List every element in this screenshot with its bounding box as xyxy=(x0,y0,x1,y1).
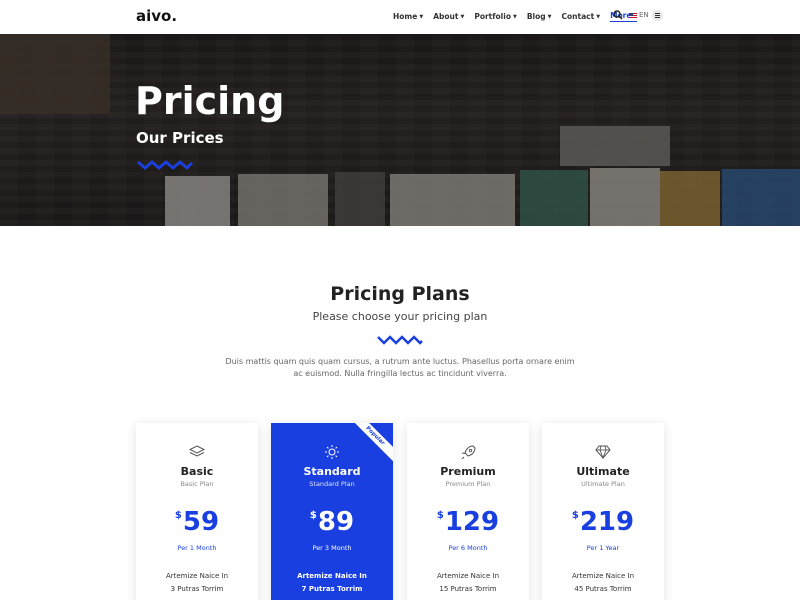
plan-subtitle: Ultimate Plan xyxy=(581,480,625,488)
pricing-card-premium[interactable]: Premium Premium Plan $ 129 Per 6 Month A… xyxy=(407,423,529,600)
plan-period: Per 1 Year xyxy=(586,544,620,552)
plan-period: Per 6 Month xyxy=(448,544,488,552)
price-amount: 59 xyxy=(182,507,220,537)
plan-feature: 45 Putras Torrim xyxy=(574,585,632,593)
main-nav: Home ▼ About ▼ Portfolio ▼ Blog ▼ Contact ▼ M… xyxy=(393,11,647,22)
currency-symbol: $ xyxy=(571,510,579,521)
hamburger-menu-icon[interactable] xyxy=(652,10,663,21)
search-icon[interactable] xyxy=(613,10,623,20)
chevron-down-icon: ▼ xyxy=(419,13,424,20)
nav-label: Portfolio xyxy=(474,12,511,21)
section-subtitle: Please choose your pricing plan xyxy=(312,310,488,323)
pricing-card-standard[interactable]: Popular Standard Standard Plan $ 89 Per … xyxy=(271,423,393,600)
chevron-down-icon: ▼ xyxy=(596,13,601,20)
hero-banner: Pricing Our Prices xyxy=(0,34,800,226)
nav-label: About xyxy=(433,12,459,21)
plan-name: Basic xyxy=(180,465,214,478)
nav-item-home[interactable]: Home ▼ xyxy=(393,11,423,22)
site-header: aivo. Home ▼ About ▼ Portfolio ▼ Blog ▼ Cont… xyxy=(0,0,800,34)
currency-symbol: $ xyxy=(436,510,444,521)
layers-icon xyxy=(188,445,206,457)
zigzag-divider-icon xyxy=(377,335,423,345)
plan-name: Ultimate xyxy=(576,465,630,478)
plan-feature: 15 Putras Torrim xyxy=(439,585,497,593)
sun-icon xyxy=(325,445,339,459)
nav-item-about[interactable]: About ▼ xyxy=(433,11,464,22)
hero-overlay xyxy=(0,34,800,226)
section-title: Pricing Plans xyxy=(330,283,470,305)
plan-name: Standard xyxy=(303,465,361,478)
rocket-icon xyxy=(461,445,476,460)
section-description: Duis mattis quam quis quam cursus, a rut… xyxy=(225,357,575,378)
plan-price: $ 89 xyxy=(271,507,393,537)
plan-feature: Artemize Naice In xyxy=(165,572,229,580)
plan-price: $ 129 xyxy=(407,507,529,537)
price-amount: 219 xyxy=(579,507,635,537)
plan-period: Per 3 Month xyxy=(312,544,352,552)
nav-item-blog[interactable]: Blog ▼ xyxy=(527,11,552,22)
zigzag-divider-icon xyxy=(137,160,193,170)
diamond-icon xyxy=(595,445,611,460)
price-amount: 129 xyxy=(444,507,500,537)
pricing-card-basic[interactable]: Basic Basic Plan $ 59 Per 1 Month Artemi… xyxy=(136,423,258,600)
language-label: EN xyxy=(639,11,649,19)
plan-subtitle: Premium Plan xyxy=(445,480,491,488)
language-selector[interactable]: EN xyxy=(629,11,649,19)
pricing-card-ultimate[interactable]: Ultimate Ultimate Plan $ 219 Per 1 Year … xyxy=(542,423,664,600)
plan-feature: 7 Putras Torrim xyxy=(301,585,363,593)
plan-feature: Artemize Naice In xyxy=(297,572,367,580)
plan-price: $ 59 xyxy=(136,507,258,537)
nav-item-portfolio[interactable]: Portfolio ▼ xyxy=(474,11,517,22)
plan-period: Per 1 Month xyxy=(177,544,217,552)
nav-item-contact[interactable]: Contact ▼ xyxy=(562,11,601,22)
plan-subtitle: Basic Plan xyxy=(180,480,214,488)
nav-label: Blog xyxy=(526,12,546,21)
plan-name: Premium xyxy=(440,465,496,478)
page-title: Pricing xyxy=(135,79,285,123)
price-amount: 89 xyxy=(317,507,355,537)
uk-flag-icon xyxy=(629,12,637,18)
plan-feature: Artemize Naice In xyxy=(436,572,500,580)
currency-symbol: $ xyxy=(309,510,317,521)
plan-price: $ 219 xyxy=(542,507,664,537)
nav-label: Contact xyxy=(561,12,595,21)
plan-feature: 3 Putras Torrim xyxy=(170,585,224,593)
popular-badge: Popular xyxy=(343,423,393,468)
plan-feature: Artemize Naice In xyxy=(571,572,635,580)
site-logo[interactable]: aivo. xyxy=(136,7,177,25)
chevron-down-icon: ▼ xyxy=(547,13,552,20)
plan-subtitle: Standard Plan xyxy=(309,480,355,488)
nav-label: Home xyxy=(393,12,418,21)
page-subtitle: Our Prices xyxy=(136,129,224,147)
chevron-down-icon: ▼ xyxy=(512,13,517,20)
currency-symbol: $ xyxy=(174,510,182,521)
chevron-down-icon: ▼ xyxy=(460,13,465,20)
